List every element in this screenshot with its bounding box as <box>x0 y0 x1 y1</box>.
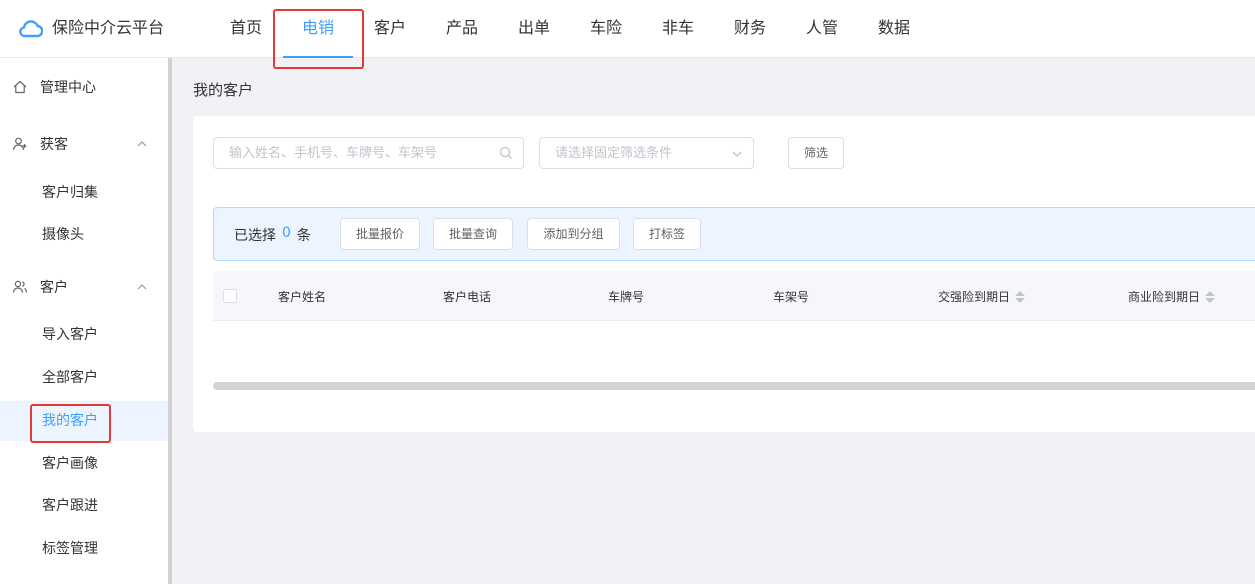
add-to-group-button[interactable]: 添加到分组 <box>527 218 620 250</box>
filter-select[interactable] <box>539 137 815 169</box>
column-vin: 车架号 <box>773 290 810 304</box>
search-icon[interactable] <box>499 146 513 160</box>
chevron-down-icon <box>732 151 742 157</box>
search-box[interactable] <box>213 137 524 169</box>
sidebar-group-customers[interactable]: 客户 <box>0 267 168 307</box>
sidebar-group-label: 管理中心 <box>40 80 96 96</box>
page-title: 我的客户 <box>193 81 254 99</box>
column-plate-number: 车牌号 <box>608 290 645 304</box>
user-add-icon <box>12 137 27 151</box>
nav-telesales[interactable]: 电销 <box>282 0 354 58</box>
sidebar-item-my-customers[interactable]: 我的客户 <box>0 401 168 441</box>
search-input[interactable] <box>229 144 489 162</box>
batch-quote-button[interactable]: 批量报价 <box>340 218 420 250</box>
select-all-checkbox[interactable] <box>223 289 237 303</box>
filter-select-input[interactable] <box>555 144 815 162</box>
selection-suffix: 条 <box>296 228 311 244</box>
column-customer-phone: 客户电话 <box>443 290 492 304</box>
main-nav: 首页 电销 客户 产品 出单 车险 非车 财务 人管 数据 <box>210 0 930 58</box>
chevron-up-icon <box>137 141 147 147</box>
selection-bar: 已选择 0 条 批量报价 批量查询 添加到分组 打标签 <box>213 207 1255 261</box>
selection-count: 0 <box>282 225 291 241</box>
selection-info: 已选择 0 条 <box>234 225 311 245</box>
table-horizontal-scrollbar[interactable] <box>213 382 1255 390</box>
sidebar-item-tag-management[interactable]: 标签管理 <box>0 529 168 569</box>
nav-issue-policy[interactable]: 出单 <box>498 0 570 58</box>
sidebar-item-import-customers[interactable]: 导入客户 <box>0 315 168 355</box>
batch-query-button[interactable]: 批量查询 <box>433 218 513 250</box>
column-compulsory-expiry[interactable]: 交强险到期日 <box>938 288 1026 305</box>
app-logo[interactable]: 保险中介云平台 <box>17 17 164 39</box>
sort-icon[interactable] <box>1205 290 1216 304</box>
selection-prefix: 已选择 <box>234 228 276 244</box>
sidebar-item-customer-collection[interactable]: 客户归集 <box>0 173 168 213</box>
sidebar-group-label: 客户 <box>40 280 68 296</box>
sidebar-group-label: 获客 <box>40 137 68 153</box>
nav-auto-insurance[interactable]: 车险 <box>570 0 642 58</box>
users-icon <box>12 280 28 293</box>
sidebar: 管理中心 获客 客户归集 摄像头 客户 导入客户 全部客户 我的客户 客户画像 … <box>0 58 168 584</box>
nav-finance[interactable]: 财务 <box>714 0 786 58</box>
sidebar-scrollbar[interactable] <box>168 58 172 584</box>
app-title: 保险中介云平台 <box>52 18 165 37</box>
sort-icon[interactable] <box>1015 290 1026 304</box>
column-commercial-expiry[interactable]: 商业险到期日 <box>1128 288 1216 305</box>
cloud-icon <box>19 20 43 38</box>
sidebar-group-acquisition[interactable]: 获客 <box>0 124 168 164</box>
nav-hr[interactable]: 人管 <box>786 0 858 58</box>
nav-non-auto[interactable]: 非车 <box>642 0 714 58</box>
sidebar-group-management[interactable]: 管理中心 <box>0 67 168 107</box>
nav-customers[interactable]: 客户 <box>354 0 426 58</box>
top-navbar: 保险中介云平台 首页 电销 客户 产品 出单 车险 非车 财务 人管 数据 <box>0 0 1255 58</box>
nav-products[interactable]: 产品 <box>426 0 498 58</box>
table-header: 客户姓名 客户电话 车牌号 车架号 交强险到期日 商业险到期日 <box>213 271 1255 321</box>
nav-data[interactable]: 数据 <box>858 0 930 58</box>
nav-home[interactable]: 首页 <box>210 0 282 58</box>
home-icon <box>13 80 27 94</box>
chevron-up-icon <box>137 284 147 290</box>
column-customer-name: 客户姓名 <box>278 290 327 304</box>
filter-button[interactable]: 筛选 <box>788 137 844 169</box>
sidebar-item-customer-follow-up[interactable]: 客户跟进 <box>0 486 168 526</box>
content-panel: 筛选 已选择 0 条 批量报价 批量查询 添加到分组 打标签 客户姓名 客户电话… <box>193 116 1255 432</box>
sidebar-item-all-customers[interactable]: 全部客户 <box>0 358 168 398</box>
sidebar-item-camera[interactable]: 摄像头 <box>0 215 168 255</box>
sidebar-item-customer-portrait[interactable]: 客户画像 <box>0 444 168 484</box>
add-tag-button[interactable]: 打标签 <box>633 218 701 250</box>
